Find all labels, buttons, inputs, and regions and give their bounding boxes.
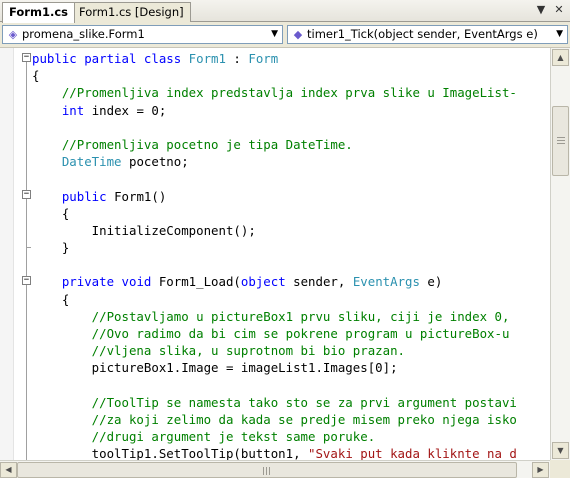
code-line[interactable]: { [32, 67, 517, 84]
code-token: } [32, 240, 70, 256]
code-token: //Postavljamo u pictureBox1 prvu sliku, … [32, 308, 510, 324]
code-token: sender, [285, 274, 353, 290]
code-token: //drugi argument je tekst same poruke. [32, 429, 376, 445]
document-tab-strip: Form1.cs Form1.cs [Design] ▼ ✕ [0, 0, 570, 23]
code-line[interactable]: //Promenljiva index predstavlja index pr… [32, 84, 517, 101]
code-token: Form1 [188, 51, 226, 66]
code-token: Form [248, 51, 279, 66]
code-token: : [225, 51, 249, 66]
outline-guide [26, 62, 27, 460]
code-token: "Svaki put kada kliknte na d [308, 446, 517, 460]
code-line[interactable]: //vljena slika, u suprotnom bi bio praza… [32, 342, 517, 359]
code-token: public partial class [32, 51, 189, 66]
code-line[interactable]: InitializeComponent(); [32, 222, 517, 239]
code-line[interactable]: toolTip1.SetToolTip(button1, "Svaki put … [32, 445, 517, 460]
code-line[interactable]: int index = 0; [32, 102, 517, 119]
code-token: //Ovo radimo da bi cim se pokrene progra… [32, 326, 510, 341]
code-line[interactable]: pictureBox1.Image = imageList1.Images[0]… [32, 359, 517, 376]
chevron-down-icon[interactable]: ▼ [271, 26, 278, 43]
code-token: Form1() [106, 188, 167, 204]
code-token: DateTime [61, 154, 122, 170]
tab-form1-design[interactable]: Form1.cs [Design] [72, 2, 191, 22]
code-token: { [32, 291, 70, 307]
code-line[interactable]: DateTime pocetno; [32, 153, 517, 170]
code-token: //Promenljiva index predstavlja index pr… [32, 85, 517, 101]
code-token: { [32, 205, 70, 221]
vertical-scroll-thumb[interactable] [552, 106, 569, 176]
code-line[interactable]: //Promenljiva pocetno je tipa DateTime. [32, 136, 517, 153]
chevron-down-icon[interactable]: ▼ [534, 3, 548, 17]
member-dropdown-value: timer1_Tick(object sender, EventArgs e) [307, 27, 538, 41]
code-token: toolTip1.SetToolTip(button1, [32, 446, 309, 460]
code-line[interactable] [32, 119, 517, 136]
code-line[interactable]: //Ovo radimo da bi cim se pokrene progra… [32, 325, 517, 342]
outline-tick [26, 247, 31, 248]
method-icon: ◆ [293, 28, 303, 41]
code-token: int [61, 102, 85, 118]
code-token: //za koji zelimo da kada se predje misem… [32, 411, 517, 427]
collapse-icon[interactable]: − [22, 190, 31, 199]
code-line[interactable] [32, 170, 517, 187]
code-token: Form1_Load( [151, 274, 241, 290]
code-text[interactable]: public partial class Form1 : Form{ //Pro… [32, 50, 517, 460]
code-line[interactable]: //ToolTip se namesta tako sto se za prvi… [32, 394, 517, 411]
code-token: //vljena slika, u suprotnom bi bio praza… [32, 343, 405, 359]
code-line[interactable]: } [32, 239, 517, 256]
member-dropdown[interactable]: ◆ timer1_Tick(object sender, EventArgs e)… [287, 25, 568, 44]
scroll-right-icon[interactable]: ▶ [532, 462, 549, 478]
scroll-up-icon[interactable]: ▲ [552, 49, 569, 66]
tab-label: Form1.cs [9, 5, 68, 19]
scroll-left-icon[interactable]: ◀ [0, 462, 17, 478]
class-dropdown-value: promena_slike.Form1 [22, 27, 145, 41]
scroll-down-icon[interactable]: ▼ [552, 442, 569, 459]
close-icon[interactable]: ✕ [552, 3, 566, 17]
code-token: private [61, 274, 115, 290]
code-token: void [121, 274, 152, 290]
code-line[interactable]: //drugi argument je tekst same poruke. [32, 428, 517, 445]
code-line[interactable] [32, 377, 517, 394]
code-editor[interactable]: − − − public partial class Form1 : Form{… [0, 48, 550, 460]
horizontal-scroll-thumb[interactable] [17, 462, 517, 478]
code-token: { [32, 68, 40, 84]
chevron-down-icon[interactable]: ▼ [556, 26, 563, 43]
code-token: object [240, 274, 286, 290]
code-token: public [61, 188, 107, 204]
code-token: pictureBox1.Image = imageList1.Images[0]… [32, 360, 398, 376]
vertical-scrollbar[interactable]: ▲ ▼ [550, 48, 570, 460]
code-line[interactable]: private void Form1_Load(object sender, E… [32, 273, 517, 290]
code-token: //Promenljiva pocetno je tipa DateTime. [32, 136, 353, 152]
indicator-margin[interactable] [0, 48, 14, 460]
tab-form1-cs[interactable]: Form1.cs [2, 2, 75, 23]
code-token: InitializeComponent(); [32, 222, 256, 238]
code-line[interactable] [32, 256, 517, 273]
code-token: pocetno; [121, 154, 189, 170]
class-icon: ◈ [8, 28, 18, 41]
code-line[interactable]: //Postavljamo u pictureBox1 prvu sliku, … [32, 308, 517, 325]
code-token: EventArgs [352, 274, 420, 290]
code-line[interactable]: { [32, 291, 517, 308]
class-dropdown[interactable]: ◈ promena_slike.Form1 ▼ [2, 25, 283, 44]
collapse-icon[interactable]: − [22, 53, 31, 62]
tab-label: Form1.cs [Design] [79, 5, 184, 19]
collapse-icon[interactable]: − [22, 276, 31, 285]
code-token: //ToolTip se namesta tako sto se za prvi… [32, 394, 517, 410]
code-line[interactable]: //za koji zelimo da kada se predje misem… [32, 411, 517, 428]
scrollbar-corner [550, 460, 570, 478]
code-token: e) [419, 274, 443, 290]
code-token: index = 0; [84, 102, 167, 118]
code-line[interactable]: { [32, 205, 517, 222]
code-line[interactable]: public partial class Form1 : Form [32, 50, 517, 67]
code-line[interactable]: public Form1() [32, 188, 517, 205]
navigation-bar: ◈ promena_slike.Form1 ▼ ◆ timer1_Tick(obje… [0, 22, 570, 48]
horizontal-scrollbar[interactable]: ◀ ▶ [0, 460, 550, 478]
